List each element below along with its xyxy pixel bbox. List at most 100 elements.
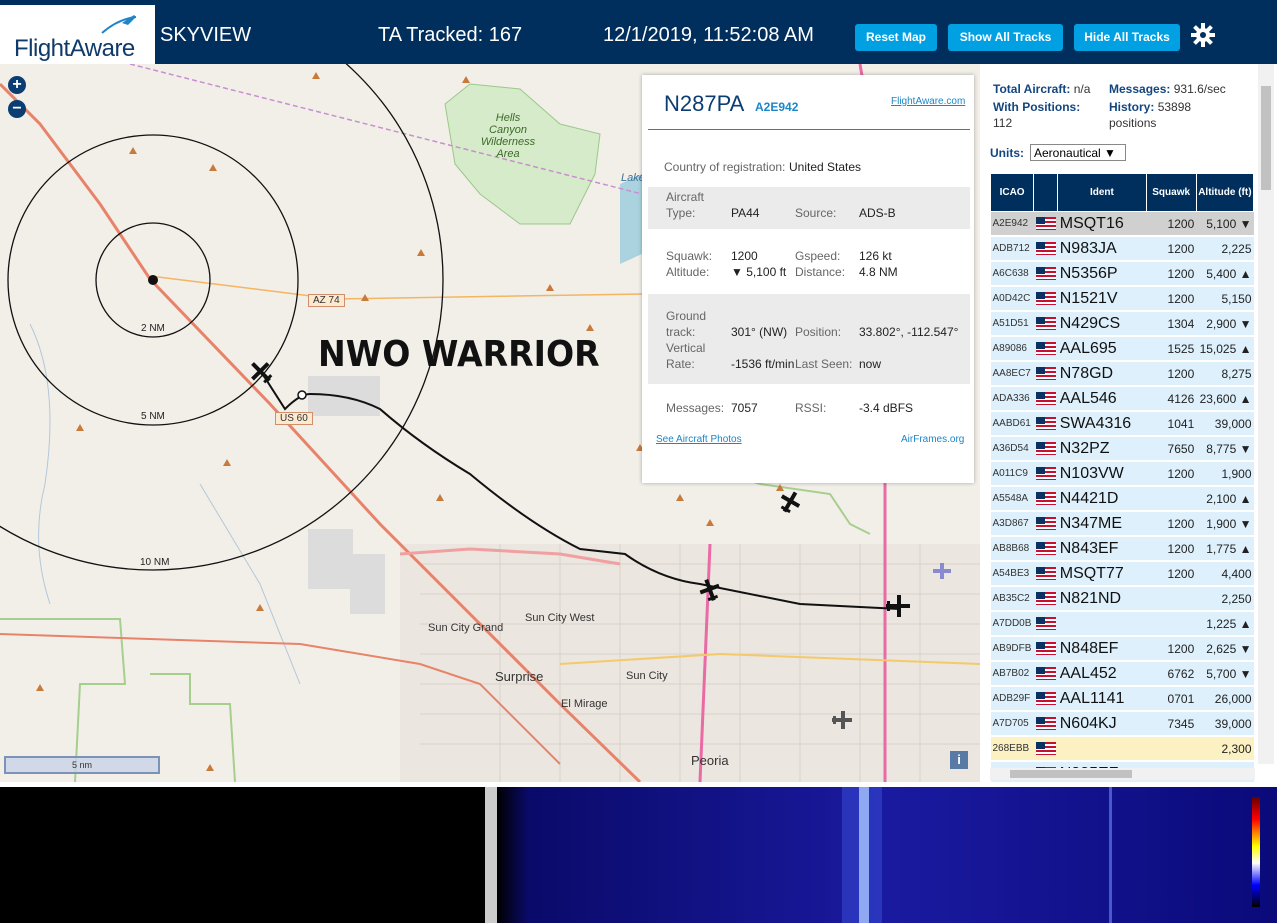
icao-cell: A3D867 [990, 511, 1034, 537]
airframes-link[interactable]: AirFrames.org [901, 434, 964, 445]
table-row[interactable]: A3D867 N347ME 1200 1,900 ▼ [990, 511, 1254, 537]
squawk-cell: 6762 [1146, 661, 1197, 687]
table-row[interactable]: ADA336 AAL546 4126 23,600 ▲ [990, 386, 1254, 412]
withpos-label: With Positions: [993, 100, 1081, 114]
scrollbar-thumb[interactable] [1010, 770, 1132, 778]
squawk-cell: 1200 [1146, 461, 1197, 487]
table-row[interactable]: AA8EC7 N78GD 1200 8,275 [990, 361, 1254, 387]
us-flag-icon [1035, 216, 1056, 230]
ident-cell: SWA4316 [1057, 411, 1147, 437]
col-icao[interactable]: ICAO [989, 173, 1035, 212]
messages-rate-value: 931.6/sec [1173, 82, 1226, 96]
zoom-in-button[interactable]: + [8, 76, 26, 94]
tracked-count: TA Tracked: 167 [378, 24, 523, 46]
position-value: 33.802°, -112.547° [859, 325, 959, 339]
map-view[interactable]: + − NWO WARRIOR 2 NM 5 NM 10 NM Hells Ca… [0, 64, 980, 782]
ident-cell: N821ND [1057, 586, 1147, 612]
units-select[interactable]: Aeronautical ▼ [1030, 144, 1126, 161]
table-row[interactable]: ADB712 N983JA 1200 2,225 [990, 236, 1254, 262]
aircraft-marker-icon[interactable] [776, 487, 804, 516]
table-row[interactable]: AB7B02 AAL452 6762 5,700 ▼ [990, 661, 1254, 687]
zoom-out-button[interactable]: − [8, 100, 26, 118]
hide-all-tracks-button[interactable]: Hide All Tracks [1074, 24, 1180, 51]
us-flag-icon [1035, 491, 1056, 505]
table-vertical-scrollbar[interactable] [1258, 64, 1274, 764]
table-row[interactable]: A7D705 N604KJ 7345 39,000 [990, 711, 1254, 737]
icao-cell: A7DD0B [990, 611, 1034, 637]
us-flag-icon [1035, 541, 1056, 555]
altitude-cell: 15,025 ▲ [1196, 336, 1254, 362]
ident-cell: AAL695 [1057, 336, 1147, 362]
table-row[interactable]: A0D42C N1521V 1200 5,150 [990, 286, 1254, 312]
squawk-cell: 1200 [1146, 361, 1197, 387]
popup-ident: N287PA [664, 91, 745, 116]
table-row[interactable]: A54BE3 MSQT77 1200 4,400 [990, 561, 1254, 587]
table-row[interactable]: A89086 AAL695 1525 15,025 ▲ [990, 336, 1254, 362]
altitude-cell: 2,300 [1196, 736, 1254, 762]
ring-label: 5 NM [141, 411, 165, 422]
altitude-cell: 2,900 ▼ [1196, 311, 1254, 337]
table-row[interactable]: A2E942 MSQT16 1200 5,100 ▼ [990, 211, 1254, 237]
ident-cell: AAL452 [1057, 661, 1147, 687]
col-altitude[interactable]: Altitude (ft) [1195, 173, 1255, 212]
flag-cell [1033, 261, 1058, 287]
us-flag-icon [1035, 591, 1056, 605]
show-all-tracks-button[interactable]: Show All Tracks [948, 24, 1063, 51]
table-row[interactable]: A7DD0B 1,225 ▲ [990, 611, 1254, 637]
altitude-cell: 2,100 ▲ [1196, 486, 1254, 512]
rssi-value: -3.4 dBFS [859, 401, 914, 415]
flightaware-logo[interactable]: FlightAware [0, 5, 155, 64]
icao-cell: A5548A [990, 486, 1034, 512]
messages-rate: Messages: 931.6/sec [1109, 81, 1226, 97]
ident-cell: N103VW [1057, 461, 1147, 487]
us-flag-icon [1035, 266, 1056, 280]
altitude-cell: 2,225 [1196, 236, 1254, 262]
popup-divider [648, 129, 970, 130]
table-row[interactable]: A011C9 N103VW 1200 1,900 [990, 461, 1254, 487]
us-flag-icon [1035, 316, 1056, 330]
aircraft-popup: N287PA A2E942 FlightAware.com Country of… [642, 75, 974, 483]
table-row[interactable]: ADB29F AAL1141 0701 26,000 [990, 686, 1254, 712]
col-ident[interactable]: Ident [1057, 173, 1147, 212]
table-row[interactable]: AABD61 SWA4316 1041 39,000 [990, 411, 1254, 437]
panel-divider [485, 787, 497, 923]
lastseen-value: now [859, 357, 882, 371]
table-row[interactable]: AB35C2 N821ND 2,250 [990, 586, 1254, 612]
flag-cell [1033, 586, 1058, 612]
info-icon[interactable]: i [950, 751, 968, 769]
col-squawk[interactable]: Squawk [1145, 173, 1197, 212]
scrollbar-thumb[interactable] [1261, 86, 1271, 190]
icao-cell: AB8B68 [990, 536, 1034, 562]
icao-cell: AA8EC7 [990, 361, 1034, 387]
distance-value: 4.8 NM [859, 265, 898, 279]
flightaware-link[interactable]: FlightAware.com [891, 96, 965, 107]
app-name: SKYVIEW [160, 24, 252, 46]
us-flag-icon [1035, 691, 1056, 705]
table-row[interactable]: 268EBB 2,300 [990, 736, 1254, 762]
aircraft-type-value: PA44 [731, 206, 760, 220]
history-value: 53898 [1157, 100, 1192, 114]
source-value: ADS-B [859, 206, 896, 220]
flag-cell [1033, 661, 1058, 687]
total-value: n/a [1073, 82, 1091, 96]
top-bar: FlightAware SKYVIEW TA Tracked: 167 12/1… [0, 0, 1277, 64]
col-flag[interactable] [1033, 173, 1059, 212]
reset-map-button[interactable]: Reset Map [855, 24, 937, 51]
table-row[interactable]: AB9DFB N848EF 1200 2,625 ▼ [990, 636, 1254, 662]
track-value: 301° (NW) [731, 325, 788, 339]
icao-cell: AABD61 [990, 411, 1034, 437]
table-row[interactable]: A36D54 N32PZ 7650 8,775 ▼ [990, 436, 1254, 462]
table-horizontal-scrollbar[interactable] [990, 768, 1255, 780]
table-row[interactable]: AB8B68 N843EF 1200 1,775 ▲ [990, 536, 1254, 562]
gear-icon[interactable] [1190, 22, 1216, 48]
squawk-cell: 1200 [1146, 236, 1197, 262]
table-row[interactable]: A6C638 N5356P 1200 5,400 ▲ [990, 261, 1254, 287]
ring-label: 10 NM [140, 557, 170, 568]
table-row[interactable]: A51D51 N429CS 1304 2,900 ▼ [990, 311, 1254, 337]
squawk-cell [1146, 586, 1197, 612]
squawk-cell: 1304 [1146, 311, 1197, 337]
gspeed-value: 126 kt [859, 249, 892, 263]
table-row[interactable]: A5548A N4421D 2,100 ▲ [990, 486, 1254, 512]
aircraft-photos-link[interactable]: See Aircraft Photos [656, 434, 742, 445]
with-positions-label-block: With Positions: [993, 99, 1080, 115]
